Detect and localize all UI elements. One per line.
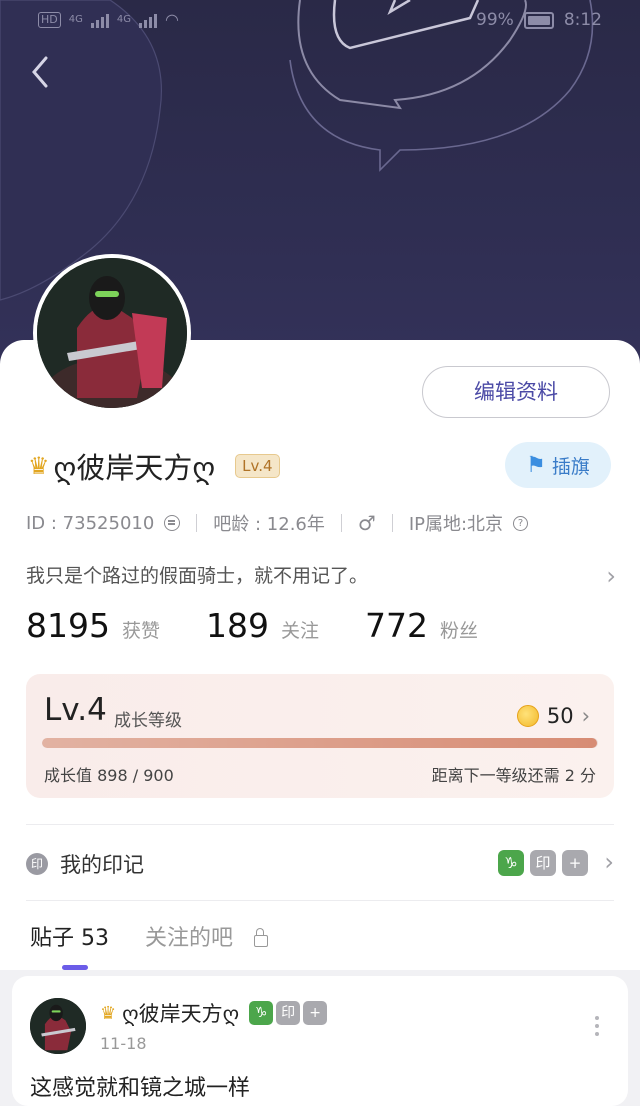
stat-label: 关注 xyxy=(281,620,320,642)
tab-followed-bars[interactable]: 关注的吧 xyxy=(145,920,269,952)
battery-icon xyxy=(523,11,554,29)
stat-following[interactable]: 189 关注 xyxy=(206,606,319,645)
stat-value: 8195 xyxy=(26,606,110,645)
active-tab-indicator xyxy=(62,965,88,970)
post-card[interactable]: ♛ ღ彼岸天方ღ ♑ 印 + 11-18 这感觉就和镜之城一样 xyxy=(12,976,628,1106)
meta-divider xyxy=(340,514,342,532)
capricorn-badge: ♑ xyxy=(498,850,524,876)
help-icon[interactable]: ? xyxy=(513,515,529,531)
seal-icon: 印 xyxy=(26,853,48,875)
chevron-right-icon: › xyxy=(604,848,614,876)
my-seals-row[interactable]: 印 我的印记 ♑ 印 + › xyxy=(26,840,614,888)
stat-likes[interactable]: 8195 获赞 xyxy=(26,606,160,645)
growth-progress-fill xyxy=(42,738,597,748)
post-author-name[interactable]: ღ彼岸天方ღ xyxy=(122,998,239,1028)
user-id: ID : 73525010 xyxy=(26,512,155,534)
username-row: ♛ ღ彼岸天方ღ Lv.4 xyxy=(28,444,280,488)
crown-icon: ♛ xyxy=(100,1002,117,1024)
wifi-icon: ◠ xyxy=(165,10,179,29)
network-label-2: 4G xyxy=(116,14,131,25)
avatar[interactable] xyxy=(33,254,191,412)
bio-row[interactable]: 我只是个路过的假面骑士，就不用记了。 › xyxy=(26,560,616,592)
copy-icon[interactable] xyxy=(164,515,181,531)
battery-percent: 99% xyxy=(476,10,514,30)
meta-divider xyxy=(196,514,198,532)
avatar-image xyxy=(30,998,86,1054)
stats-row: 8195 获赞 189 关注 772 粉丝 xyxy=(26,606,524,645)
profile-meta: ID : 73525010 吧龄 : 12.6年 ♂ IP属地:北京 ? xyxy=(26,510,529,536)
edit-profile-button[interactable]: 编辑资料 xyxy=(422,366,610,418)
meta-divider xyxy=(391,514,393,532)
flag-button[interactable]: ⚑ 插旗 xyxy=(505,442,611,488)
post-author-badges: ♑ 印 + xyxy=(249,1001,328,1025)
growth-value: 成长值 898 / 900 xyxy=(44,762,174,786)
growth-level-card[interactable]: Lv.4 成长等级 50 › 成长值 898 / 900 距离下一等级还需 2 … xyxy=(26,674,614,798)
capricorn-badge: ♑ xyxy=(249,1001,274,1025)
stat-value: 189 xyxy=(206,606,269,645)
next-level-text: 距离下一等级还需 2 分 xyxy=(431,766,596,785)
chevron-left-icon xyxy=(32,56,48,88)
chevron-right-icon: › xyxy=(606,562,616,590)
seal-badge: 印 xyxy=(530,850,556,876)
flag-label: 插旗 xyxy=(551,455,590,478)
divider xyxy=(26,824,614,825)
signal-icon-2 xyxy=(139,12,157,28)
username: ღ彼岸天方ღ xyxy=(53,451,216,485)
male-icon: ♂ xyxy=(357,511,376,535)
avatar-image xyxy=(37,258,187,408)
coin-icon xyxy=(516,705,539,727)
stat-value: 772 xyxy=(365,606,429,645)
seal-label: 我的印记 xyxy=(60,853,144,877)
status-bar: HD 4G 4G ◠ 99% 8:12 xyxy=(0,0,640,40)
back-button[interactable] xyxy=(28,52,68,92)
coin-count: 50 xyxy=(546,704,574,728)
stat-label: 粉丝 xyxy=(440,620,479,642)
divider xyxy=(26,900,614,901)
growth-number: 898 / 900 xyxy=(97,766,174,785)
crown-icon: ♛ xyxy=(28,452,50,480)
stat-label: 获赞 xyxy=(121,620,160,642)
growth-progress-bar xyxy=(42,738,598,748)
add-seal-badge: + xyxy=(303,1001,328,1025)
tab-posts[interactable]: 贴子 53 xyxy=(30,920,109,970)
growth-label: 成长值 xyxy=(44,766,93,785)
tab-followed-bars-label: 关注的吧 xyxy=(145,926,234,951)
seal-badges: ♑ 印 + xyxy=(498,850,588,876)
hd-indicator: HD xyxy=(38,11,61,28)
growth-level-label: 成长等级 xyxy=(114,711,182,731)
coin-balance[interactable]: 50 › xyxy=(516,704,590,728)
post-author-row: ♛ ღ彼岸天方ღ ♑ 印 + xyxy=(100,998,328,1028)
flag-icon: ⚑ xyxy=(526,452,546,478)
lock-icon xyxy=(254,928,269,947)
level-badge[interactable]: Lv.4 xyxy=(235,454,280,478)
more-options-icon[interactable] xyxy=(594,1016,600,1040)
account-age: 吧龄 : 12.6年 xyxy=(213,514,325,535)
clock: 8:12 xyxy=(563,10,602,30)
add-seal-badge: + xyxy=(562,850,588,876)
signal-icon xyxy=(90,12,109,28)
bio-text: 我只是个路过的假面骑士，就不用记了。 xyxy=(26,565,369,587)
stat-followers[interactable]: 772 粉丝 xyxy=(365,606,478,645)
growth-level: Lv.4 xyxy=(44,692,107,728)
ip-location: IP属地:北京 xyxy=(408,514,504,535)
post-text[interactable]: 这感觉就和镜之城一样 xyxy=(30,1070,250,1102)
profile-tabs: 贴子 53 关注的吧 xyxy=(30,920,269,970)
seal-badge: 印 xyxy=(276,1001,301,1025)
tab-posts-label: 贴子 53 xyxy=(30,926,109,951)
chevron-right-icon: › xyxy=(581,704,590,728)
post-date: 11-18 xyxy=(100,1034,147,1053)
avatar[interactable] xyxy=(30,998,86,1054)
network-label-1: 4G xyxy=(68,14,83,25)
